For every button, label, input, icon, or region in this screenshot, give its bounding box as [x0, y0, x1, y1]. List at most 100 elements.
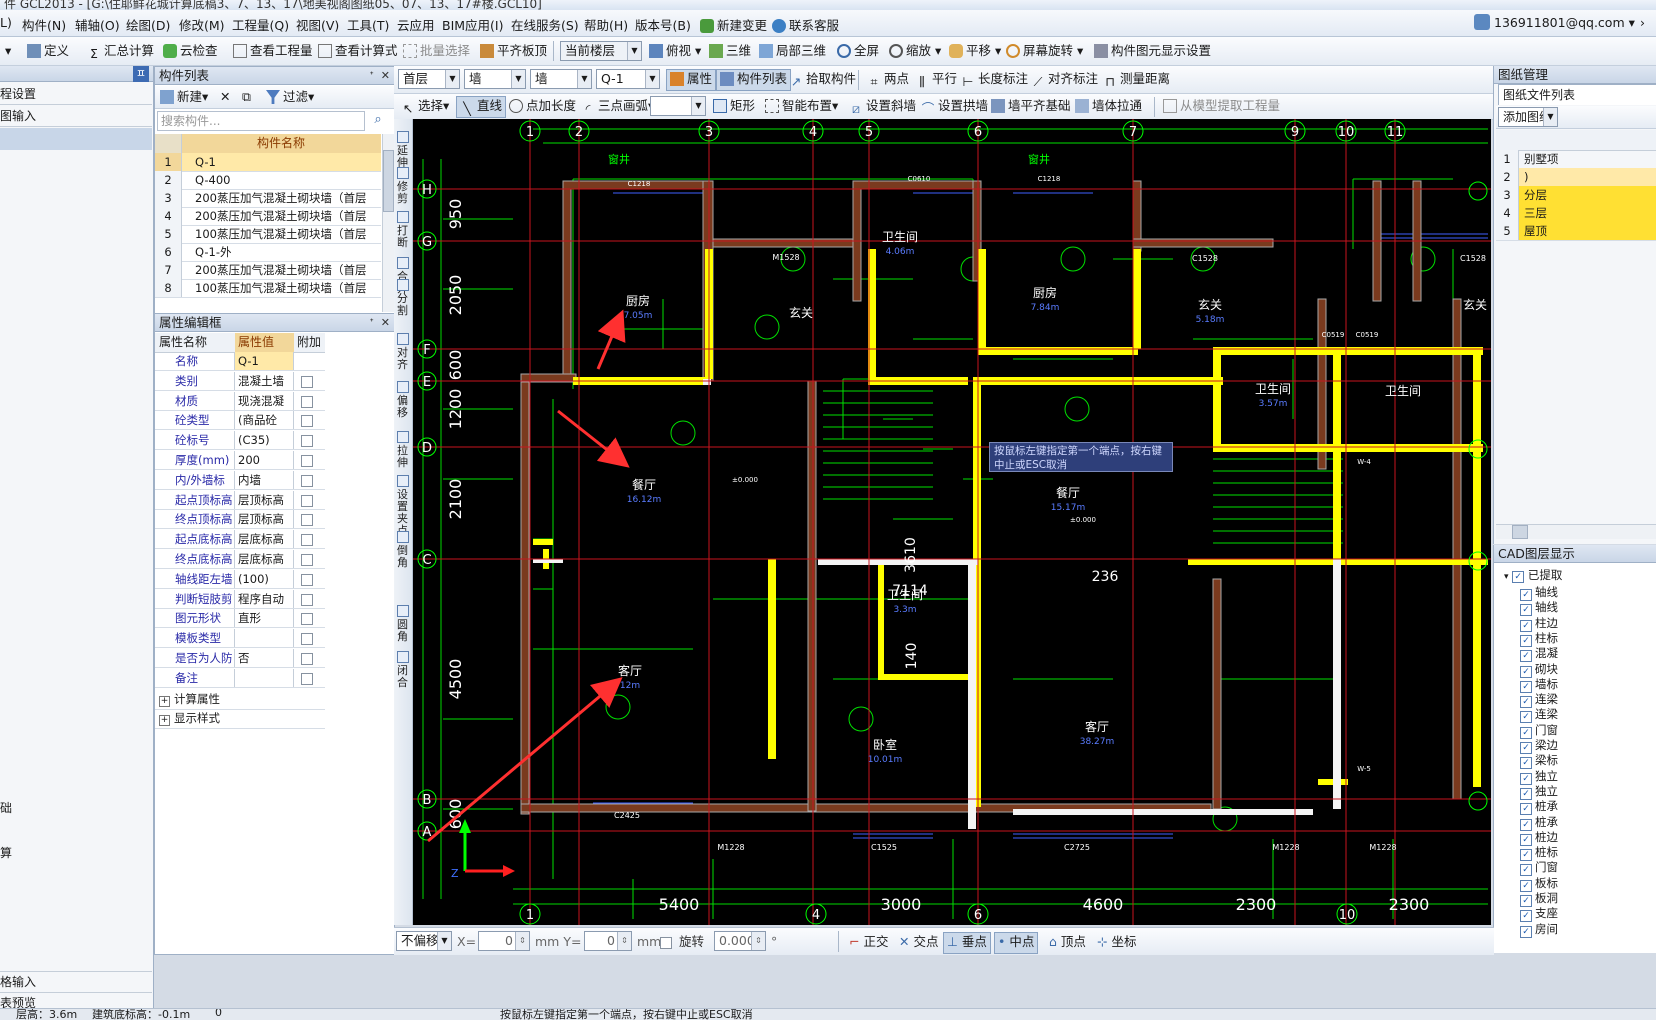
- menu-item-component[interactable]: 构件(N): [22, 15, 66, 34]
- attach-checkbox[interactable]: [301, 375, 313, 388]
- property-value[interactable]: (商品砼: [235, 411, 294, 430]
- component-row[interactable]: 4 200蒸压加气混凝土砌块墙（首层: [155, 207, 381, 226]
- aligned-dim-button[interactable]: ⟋ 对齐标注: [1028, 69, 1101, 89]
- component-row[interactable]: 1 Q-1: [155, 153, 381, 172]
- attach-checkbox[interactable]: [301, 554, 313, 566]
- layer-item[interactable]: ✓ 连梁: [1520, 692, 1558, 709]
- property-value[interactable]: (C35): [235, 431, 294, 450]
- modify-tool-label[interactable]: 分割: [397, 293, 409, 317]
- layer-item[interactable]: ✓ 轴线: [1520, 600, 1558, 617]
- layer-item[interactable]: ✓ 独立: [1520, 784, 1558, 800]
- cad-drawing-canvas[interactable]: 1 2 3 4 5 6 7 9 10 11 1 4 6 10 H G F E D C B A 950 2050 600 1200 2…: [413, 119, 1491, 925]
- point-length-button[interactable]: 点加长度: [506, 96, 579, 116]
- wall-pull-button[interactable]: 墙体拉通: [1072, 96, 1145, 116]
- property-row[interactable]: 模板类型: [155, 629, 325, 649]
- search-icon[interactable]: ⌕: [369, 112, 387, 130]
- account-menu[interactable]: 136911801@qq.com ▾: [1494, 15, 1635, 30]
- set-slope-button[interactable]: ⧄ 设置斜墙: [846, 96, 919, 116]
- snap-intersection[interactable]: ✕ 交点: [896, 932, 941, 952]
- property-row[interactable]: 终点顶标高 层顶标高: [155, 510, 325, 530]
- attach-checkbox[interactable]: [301, 435, 313, 448]
- layer-item[interactable]: ✓ 房间: [1520, 922, 1558, 938]
- calc-properties-group[interactable]: + 计算属性: [155, 690, 325, 710]
- layer-item[interactable]: ✓ 独立: [1520, 769, 1558, 785]
- current-floor-combo[interactable]: 当前楼层 ▼: [560, 41, 642, 61]
- property-value[interactable]: [235, 629, 294, 648]
- rect-button[interactable]: 矩形: [710, 96, 758, 116]
- modify-tool-icon[interactable]: [397, 279, 409, 291]
- modify-tool-label[interactable]: 闭合: [397, 665, 409, 689]
- property-value[interactable]: (100): [235, 569, 294, 588]
- layer-item[interactable]: ✓ 门窗: [1520, 860, 1558, 877]
- attach-checkbox[interactable]: [301, 593, 313, 606]
- property-value[interactable]: 层顶标高: [235, 510, 294, 529]
- snap-vertex[interactable]: ⌂ 顶点: [1046, 932, 1089, 952]
- parallel-button[interactable]: ⫼ 平行: [912, 69, 960, 89]
- display-settings-button[interactable]: 构件图元显示设置: [1091, 41, 1214, 61]
- drawing-row[interactable]: 1 别墅项: [1496, 150, 1656, 169]
- modify-tool-label[interactable]: 偏移: [397, 395, 409, 419]
- property-row[interactable]: 类别 混凝土墙: [155, 371, 325, 391]
- modify-tool-icon[interactable]: [397, 257, 409, 269]
- property-row[interactable]: 砼类型 (商品砼: [155, 411, 325, 431]
- smart-layout-button[interactable]: 智能布置▾: [762, 96, 841, 116]
- menu-item-cloud[interactable]: 云应用: [397, 15, 435, 34]
- component-row[interactable]: 6 Q-1-外: [155, 243, 381, 262]
- layer-item[interactable]: ✓ 板标: [1520, 876, 1558, 892]
- view-quantity-button[interactable]: 查看工程量: [230, 41, 316, 61]
- menu-item-quantity[interactable]: 工程量(Q): [232, 15, 289, 34]
- modify-tool-icon[interactable]: [397, 431, 409, 443]
- modify-tool-label[interactable]: 修剪: [397, 181, 409, 205]
- layer-item[interactable]: ✓ 梁边: [1520, 738, 1558, 754]
- drawing-row[interactable]: 4 三层: [1496, 204, 1656, 223]
- property-row[interactable]: 名称 Q-1: [155, 352, 325, 371]
- component-list-scrollbar[interactable]: [382, 134, 394, 312]
- layer-item[interactable]: ✓ 混凝: [1520, 646, 1558, 663]
- batch-select-button[interactable]: 批量选择: [400, 41, 473, 61]
- modify-tool-label[interactable]: 拉伸: [397, 445, 409, 469]
- layer-item[interactable]: ✓ 桩承: [1520, 815, 1558, 831]
- screen-rotate-button[interactable]: 屏幕旋转 ▾: [1003, 41, 1086, 61]
- add-drawing-button[interactable]: 添加图纸 ▼: [1498, 107, 1558, 127]
- new-component-button[interactable]: 新建▾: [157, 87, 211, 107]
- layer-item[interactable]: ✓ 桩标: [1520, 845, 1558, 862]
- wall-flush-button[interactable]: 墙平齐基础: [988, 96, 1074, 116]
- drawing-row[interactable]: 5 屋顶: [1496, 222, 1656, 241]
- panel-pin-close-icons[interactable]: ᐩ ✕: [370, 67, 391, 85]
- attach-checkbox[interactable]: [301, 415, 313, 428]
- define-button[interactable]: 定义: [24, 41, 72, 61]
- filter-button[interactable]: 过滤▾: [263, 87, 317, 107]
- modify-tool-icon[interactable]: [397, 333, 409, 345]
- zoom-button[interactable]: 缩放 ▾: [886, 41, 944, 61]
- attach-checkbox[interactable]: [301, 633, 313, 646]
- modify-tool-icon[interactable]: [397, 531, 409, 543]
- two-points-button[interactable]: ⌗ 两点: [864, 69, 912, 89]
- component-combo[interactable]: Q-1 ▼: [596, 69, 660, 89]
- layer-item[interactable]: ✓ 支座: [1520, 906, 1558, 923]
- toolbar-overflow[interactable]: ▾: [2, 41, 14, 61]
- property-row[interactable]: 内/外墙标 内墙: [155, 470, 325, 490]
- layer-item[interactable]: ✓ 门窗: [1520, 723, 1558, 739]
- property-value[interactable]: 混凝土墙: [235, 371, 294, 390]
- nav-item-project-settings[interactable]: 程设置: [0, 84, 152, 105]
- property-value[interactable]: 200: [235, 451, 294, 469]
- partial-3d-button[interactable]: 局部三维: [756, 41, 829, 61]
- property-value[interactable]: 否: [235, 649, 294, 667]
- modify-tool-icon[interactable]: [397, 651, 409, 663]
- x-input[interactable]: 0 ⇕: [478, 931, 530, 951]
- layer-root[interactable]: ▾ ✓ 已提取: [1504, 567, 1562, 583]
- line-button[interactable]: ╲ 直线: [456, 96, 507, 118]
- modify-tool-icon[interactable]: [397, 475, 409, 487]
- modify-tool-icon[interactable]: [397, 605, 409, 617]
- display-style-group[interactable]: + 显示样式: [155, 709, 325, 729]
- property-row[interactable]: 是否为人防否: [155, 649, 325, 668]
- layer-item[interactable]: ✓ 墙标: [1520, 677, 1558, 693]
- component-row[interactable]: 5 100蒸压加气混凝土砌块墙（首层: [155, 225, 381, 244]
- modify-tool-icon[interactable]: [397, 167, 409, 179]
- attach-checkbox[interactable]: [301, 613, 313, 626]
- pan-button[interactable]: 平移 ▾: [946, 41, 1004, 61]
- snap-midpoint[interactable]: • 中点: [994, 932, 1039, 954]
- attach-checkbox[interactable]: [301, 395, 313, 408]
- new-change-menu[interactable]: 新建变更: [700, 15, 767, 34]
- drawing-row[interactable]: 3 分层: [1496, 186, 1656, 205]
